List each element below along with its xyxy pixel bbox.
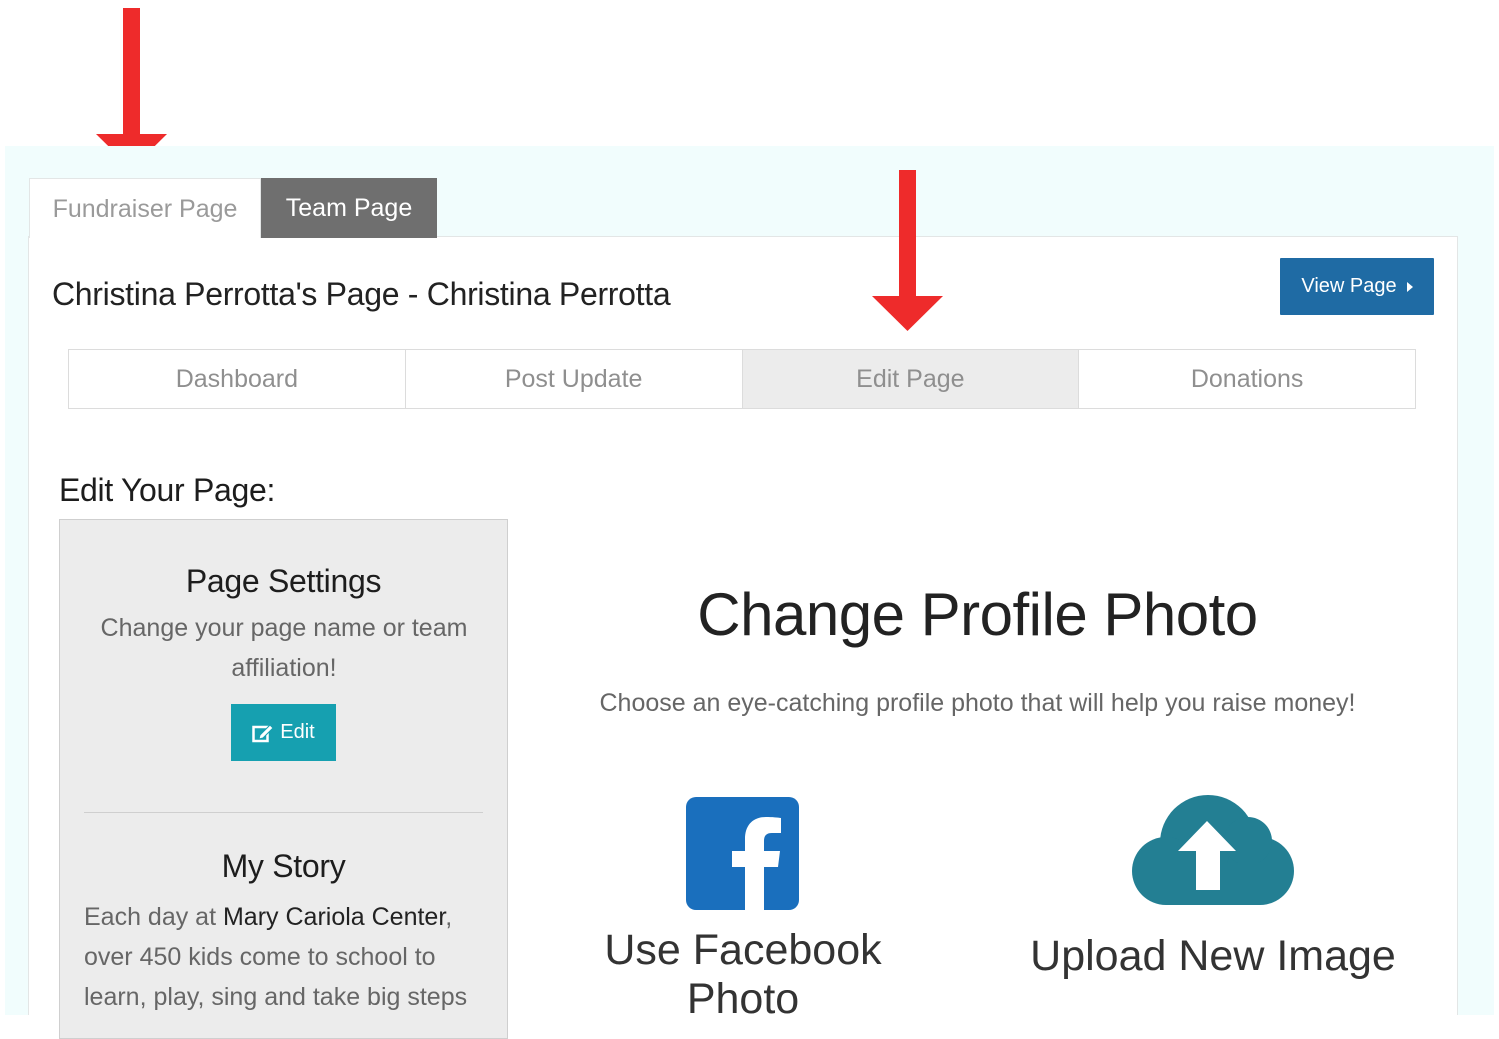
change-profile-photo-title: Change Profile Photo: [697, 581, 1258, 648]
tab-fundraiser-page[interactable]: Fundraiser Page: [29, 178, 261, 238]
subnav-dashboard[interactable]: Dashboard: [69, 350, 406, 408]
edit-your-page-heading: Edit Your Page:: [59, 472, 276, 508]
edit-sidebar: Page Settings Change your page name or t…: [59, 519, 508, 1039]
subnav-donations[interactable]: Donations: [1079, 350, 1415, 408]
view-page-label: View Page: [1301, 275, 1397, 297]
my-story-highlight[interactable]: Mary Cariola Center: [223, 903, 445, 931]
caret-right-icon: [1406, 281, 1413, 292]
view-page-button[interactable]: View Page: [1280, 258, 1434, 315]
upload-new-image-link[interactable]: Upload New Image: [1013, 932, 1413, 981]
edit-icon: [252, 723, 274, 742]
cloud-upload-icon[interactable]: [1130, 793, 1296, 909]
annotation-arrow-edit-page: [872, 170, 943, 331]
sidebar-divider: [84, 812, 483, 813]
change-profile-photo-subtitle: Choose an eye-catching profile photo tha…: [599, 689, 1356, 717]
page-settings-title: Page Settings: [185, 563, 382, 599]
page-subnav: Dashboard Post Update Edit Page Donation…: [68, 349, 1416, 409]
subnav-post-update[interactable]: Post Update: [405, 350, 743, 408]
edit-button-label: Edit: [280, 721, 315, 743]
page-settings-edit-button[interactable]: Edit: [231, 704, 336, 761]
subnav-edit-page[interactable]: Edit Page: [742, 350, 1080, 408]
page-title: Christina Perrotta's Page - Christina Pe…: [52, 276, 671, 312]
my-story-text: Each day at Mary Cariola Center, over 45…: [84, 903, 468, 1011]
facebook-icon[interactable]: [686, 797, 799, 910]
page-settings-description: Change your page name or team affiliatio…: [100, 614, 468, 682]
my-story-title: My Story: [221, 848, 346, 884]
use-facebook-photo-link[interactable]: Use Facebook Photo: [543, 926, 943, 1024]
tab-team-page[interactable]: Team Page: [261, 178, 437, 238]
